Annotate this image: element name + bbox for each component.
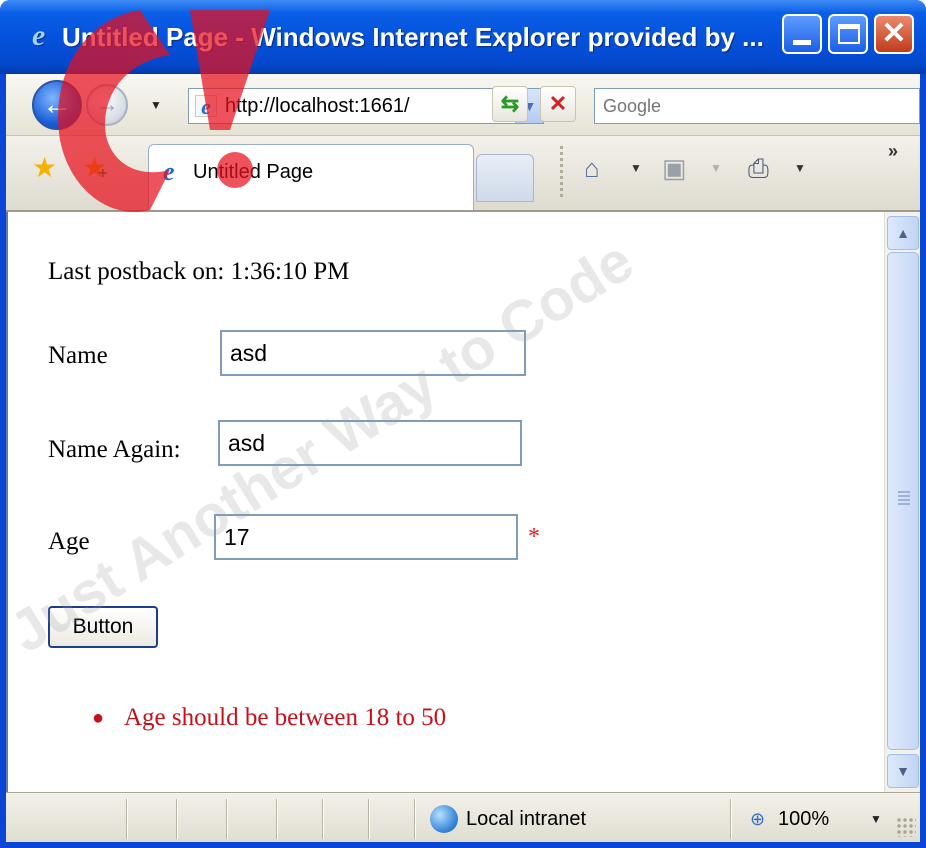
age-validator-marker: * [528,524,540,550]
forward-button[interactable]: → [86,84,128,126]
recent-pages-dropdown[interactable]: ▼ [150,98,164,112]
search-box[interactable] [594,88,920,124]
plus-icon: + [98,165,108,182]
status-divider [322,799,324,839]
toolbar-overflow-chevron[interactable]: » [888,140,898,162]
scroll-up-button[interactable]: ▲ [887,216,919,250]
status-divider [126,799,128,839]
name-again-label: Name Again: [48,436,181,463]
age-field[interactable] [214,514,518,560]
name-again-field[interactable] [218,420,522,466]
tab-toolbar: ★ ★ + e Untitled Page ⌂ ▼ ▣ ▼ ⎙ ▼ » [6,136,920,212]
postback-timestamp: Last postback on: 1:36:10 PM [48,258,350,285]
status-divider [226,799,228,839]
status-divider [414,799,416,839]
name-label: Name [48,342,108,369]
scrollbar-thumb[interactable] [887,252,919,750]
scroll-down-button[interactable]: ▼ [887,754,919,788]
star-icon: ★ [32,152,58,183]
home-dropdown[interactable]: ▼ [630,156,642,180]
zoom-dropdown[interactable]: ▼ [870,811,882,827]
name-field[interactable] [220,330,526,376]
close-icon: ✕ [881,17,907,50]
status-divider [176,799,178,839]
grip-icon [898,491,910,505]
vertical-scrollbar[interactable]: ▲ ▼ [884,212,920,792]
security-zone-label: Local intranet [466,808,587,830]
stop-button[interactable]: ✕ [540,86,576,122]
maximize-button[interactable] [828,14,868,54]
page-icon: e [195,95,217,118]
status-divider [368,799,370,839]
chevron-up-icon: ▲ [896,225,910,241]
add-to-favorites-button[interactable]: ★ + [82,152,114,184]
feeds-dropdown[interactable]: ▼ [710,156,722,180]
forward-arrow-icon: → [95,91,119,118]
maximize-icon [838,24,860,44]
refresh-icon: ⇆ [500,91,520,116]
status-divider [276,799,278,839]
home-button[interactable]: ⌂ [584,152,600,184]
zoom-magnifier-icon: ⊕ [750,809,766,829]
address-url[interactable]: http://localhost:1661/ [225,89,505,123]
print-dropdown[interactable]: ▼ [794,156,806,180]
back-arrow-icon: ← [42,88,72,121]
refresh-button[interactable]: ⇆ [492,86,528,122]
resize-grip-icon[interactable] [896,817,916,837]
toolbar-separator [560,146,563,198]
ie-page-icon: e [163,157,175,186]
home-icon: ⌂ [584,153,600,183]
status-bar: Local intranet ⊕ 100% ▼ [6,792,920,842]
new-tab-button[interactable] [476,154,534,202]
stop-icon: ✕ [548,91,568,116]
age-label: Age [48,528,90,555]
window-title: Untitled Page - Windows Internet Explore… [62,22,764,52]
tab-untitled-page[interactable]: e Untitled Page [148,144,474,210]
print-button[interactable]: ⎙ [748,152,769,184]
ie-logo-icon: e [32,19,46,52]
feeds-button[interactable]: ▣ [662,152,687,184]
title-bar[interactable]: e Untitled Page - Windows Internet Explo… [0,0,926,74]
search-input[interactable] [603,93,903,119]
zoom-level-label: 100% [778,808,830,830]
validation-summary: ● Age should be between 18 to 50 [74,696,594,740]
tab-label: Untitled Page [193,161,314,183]
address-toolbar: ← → ▼ e http://localhost:1661/ ▼ ⇆ ✕ [6,74,920,136]
web-page: Last postback on: 1:36:10 PM Name Name A… [8,212,884,792]
page-content-area: Last postback on: 1:36:10 PM Name Name A… [6,212,920,792]
minimize-button[interactable] [782,14,822,54]
security-zone[interactable]: Local intranet [430,803,690,835]
close-button[interactable]: ✕ [874,14,914,54]
intranet-globe-icon [430,805,458,833]
chevron-down-icon: ▼ [896,763,910,779]
back-button[interactable]: ← [32,80,82,130]
status-divider [730,799,732,839]
bullet-icon: ● [92,707,105,729]
browser-window: e Untitled Page - Windows Internet Explo… [0,0,926,848]
zoom-level[interactable]: ⊕ 100% [750,803,870,835]
submit-button[interactable]: Button [48,606,158,648]
address-bar[interactable]: e http://localhost:1661/ ▼ [188,88,544,124]
validation-message: Age should be between 18 to 50 [124,704,447,731]
favorites-center-button[interactable]: ★ [32,152,64,184]
rss-feed-icon: ▣ [662,153,687,183]
printer-icon: ⎙ [748,153,769,183]
minimize-icon [793,40,811,45]
